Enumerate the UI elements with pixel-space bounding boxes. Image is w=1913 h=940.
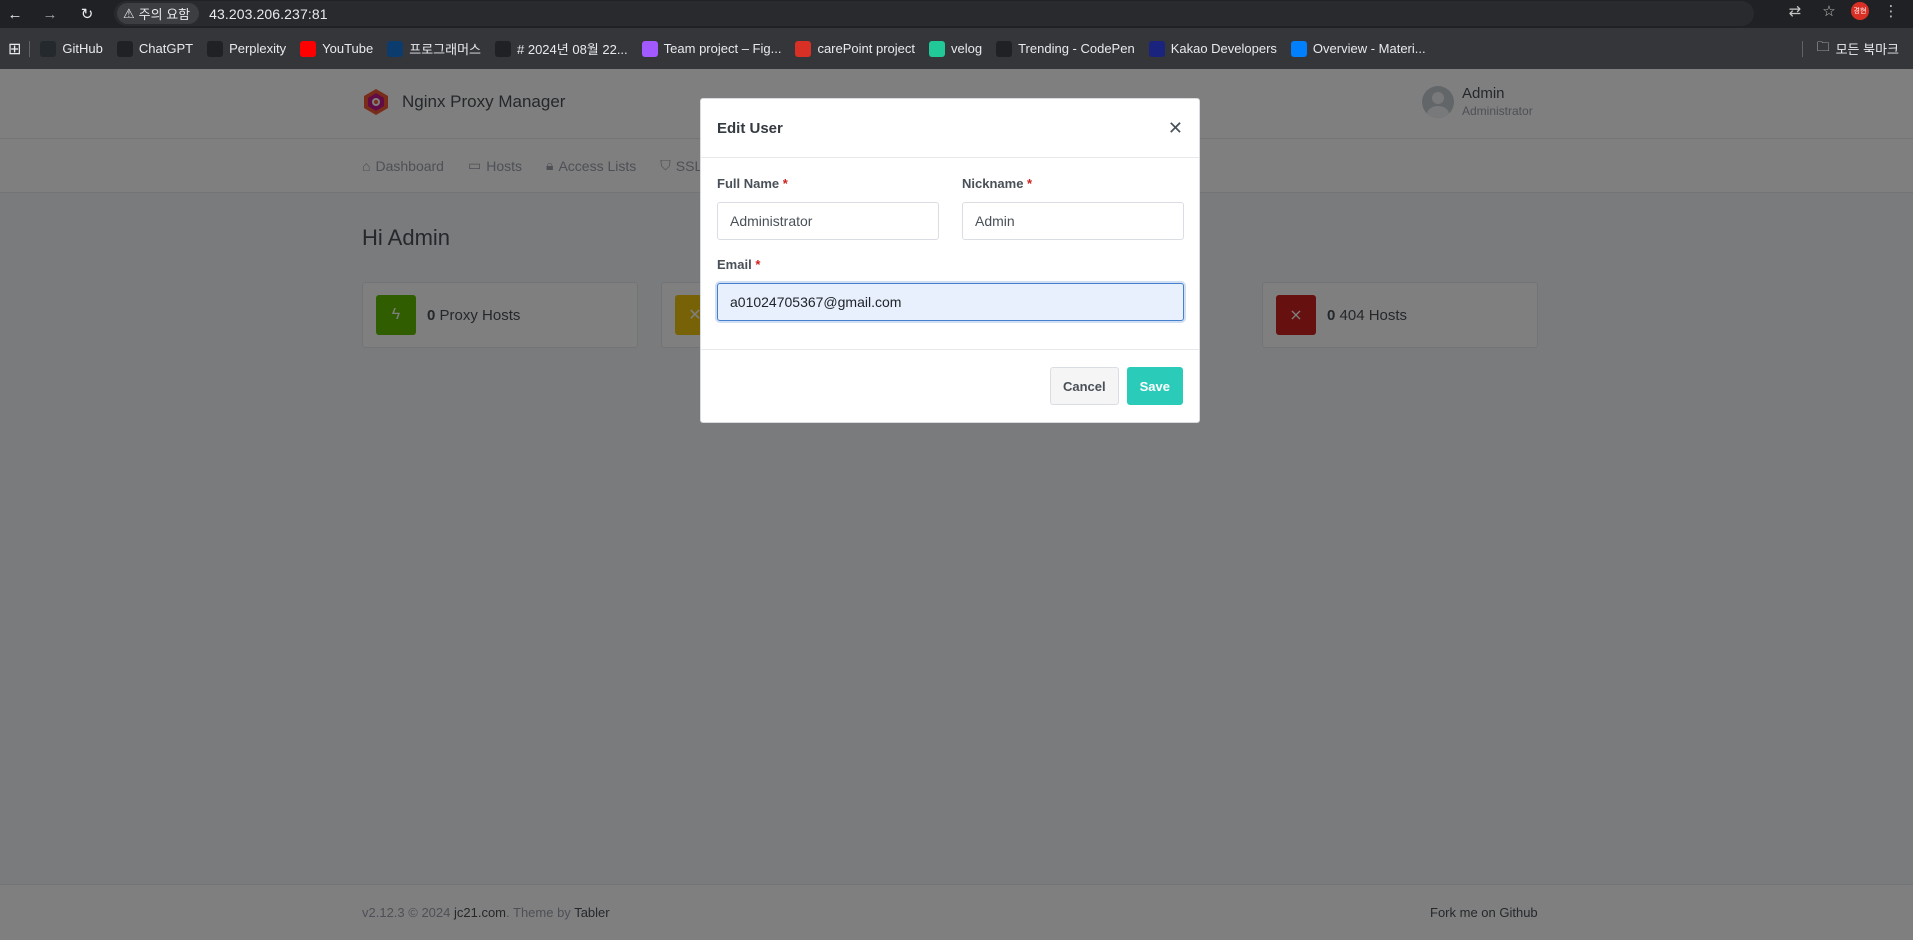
edit-user-modal: Edit User ✕ Full Name * Administrator Ni…: [700, 98, 1200, 423]
bookmark-label: Perplexity: [229, 41, 287, 56]
bookmark-item[interactable]: Team project – Fig...: [641, 40, 782, 57]
email-label: Email *: [717, 257, 760, 272]
programmers-icon: [387, 40, 404, 57]
forward-icon[interactable]: →: [38, 2, 62, 26]
nickname-label-text: Nickname: [962, 176, 1024, 191]
browser-toolbar: ← → ↻ ⚠ 주의 요함 43.203.206.237:81 ⇄ ☆ 경현 ⋮: [0, 0, 1913, 28]
modal-body: Full Name * Administrator Nickname * Adm…: [701, 158, 1199, 350]
all-bookmarks-label: 모든 북마크: [1835, 42, 1899, 57]
bookmark-item[interactable]: GitHub: [40, 40, 103, 57]
bookmark-item[interactable]: YouTube: [300, 40, 374, 57]
bookmark-item[interactable]: Trending - CodePen: [996, 40, 1135, 57]
github-icon: [40, 40, 57, 57]
bookmark-label: Kakao Developers: [1170, 41, 1277, 56]
bookmark-item[interactable]: # 2024년 08월 22...: [495, 39, 628, 58]
security-label: 주의 요함: [138, 7, 191, 22]
warning-icon: ⚠: [123, 5, 135, 21]
notion-triangle-icon: [495, 40, 511, 57]
folder-icon: 🗀: [1816, 38, 1830, 54]
bookmark-list: GitHub ChatGPT Perplexity YouTube 프로그래머스 # 20…: [40, 39, 1439, 58]
bookmark-label: Overview - Materi...: [1312, 41, 1426, 56]
required-mark: *: [755, 257, 761, 272]
bookmark-label: GitHub: [62, 41, 103, 56]
bookmark-label: 프로그래머스: [409, 42, 481, 57]
save-button[interactable]: Save: [1126, 367, 1183, 405]
velog-icon: [929, 40, 946, 57]
full-name-input[interactable]: Administrator: [717, 202, 939, 240]
bookmark-label: YouTube: [322, 41, 374, 56]
email-input[interactable]: a01024705367@gmail.com: [717, 283, 1184, 321]
nickname-input[interactable]: Admin: [962, 202, 1184, 240]
kakao-icon: [1148, 40, 1165, 57]
codepen-icon: [996, 40, 1013, 57]
security-warning-chip[interactable]: ⚠ 주의 요함: [117, 3, 200, 24]
youtube-icon: [300, 40, 317, 57]
menu-kebab-icon[interactable]: ⋮: [1879, 2, 1903, 20]
bookmark-item[interactable]: Overview - Materi...: [1290, 40, 1426, 57]
chatgpt-icon: [116, 40, 133, 57]
bookmark-label: # 2024년 08월 22...: [517, 42, 628, 57]
close-icon[interactable]: ✕: [1168, 118, 1183, 139]
bookmarks-bar: ⊞ GitHub ChatGPT Perplexity YouTube 프로그래머스 # …: [0, 28, 1913, 69]
bookmark-item[interactable]: Perplexity: [207, 40, 287, 57]
modal-title: Edit User: [717, 119, 783, 137]
reload-icon[interactable]: ↻: [75, 2, 99, 26]
translate-icon[interactable]: ⇄: [1783, 2, 1807, 20]
bookmark-item[interactable]: velog: [929, 40, 983, 57]
full-name-label-text: Full Name: [717, 176, 780, 191]
bookmark-label: Team project – Fig...: [663, 41, 782, 56]
bookmark-item[interactable]: ChatGPT: [116, 40, 194, 57]
address-bar[interactable]: ⚠ 주의 요함 43.203.206.237:81: [114, 1, 1754, 26]
required-mark: *: [1027, 176, 1033, 191]
bookmark-item[interactable]: 프로그래머스: [387, 39, 481, 58]
all-bookmarks-button[interactable]: 🗀 모든 북마크: [1817, 38, 1899, 60]
back-icon[interactable]: ←: [3, 2, 27, 26]
modal-footer: Cancel Save: [701, 350, 1199, 422]
mui-icon: [1290, 40, 1307, 57]
email-label-text: Email: [717, 257, 752, 272]
figma-icon: [641, 40, 658, 57]
full-name-label: Full Name *: [717, 176, 788, 191]
bookmark-label: ChatGPT: [138, 41, 194, 56]
bookmarks-divider-right: [1802, 40, 1803, 57]
bookmark-label: carePoint project: [817, 41, 916, 56]
perplexity-icon: [207, 40, 224, 57]
carepoint-icon: [795, 40, 812, 57]
profile-avatar[interactable]: 경현: [1851, 2, 1869, 20]
bookmarks-divider: [29, 40, 31, 57]
required-mark: *: [782, 176, 788, 191]
cancel-button[interactable]: Cancel: [1049, 367, 1119, 405]
nickname-label: Nickname *: [962, 176, 1032, 191]
apps-grid-icon[interactable]: ⊞: [8, 39, 21, 59]
url-text[interactable]: 43.203.206.237:81: [209, 6, 327, 22]
bookmark-label: Trending - CodePen: [1018, 41, 1135, 56]
bookmark-star-icon[interactable]: ☆: [1817, 2, 1841, 20]
modal-header: Edit User ✕: [701, 99, 1199, 158]
bookmark-item[interactable]: carePoint project: [795, 40, 916, 57]
bookmark-item[interactable]: Kakao Developers: [1148, 40, 1277, 57]
bookmark-label: velog: [951, 41, 983, 56]
